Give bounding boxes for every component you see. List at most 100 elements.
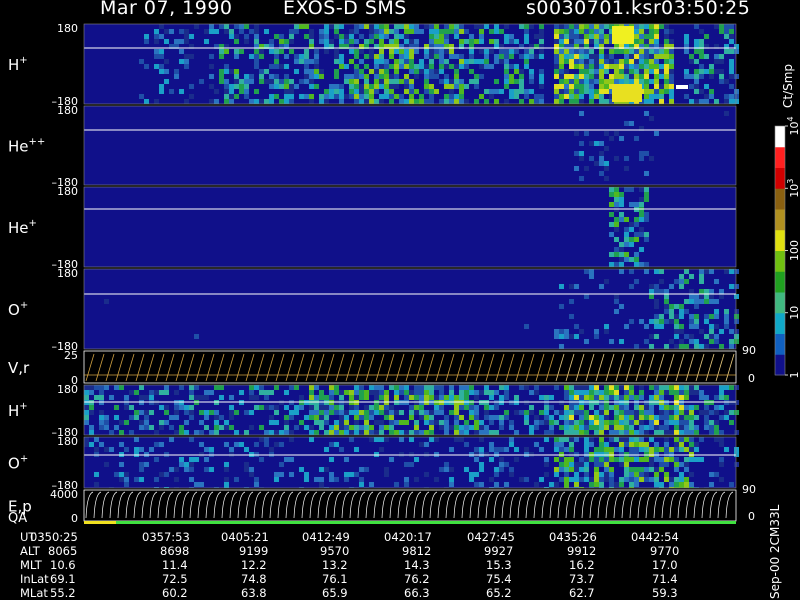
spectrogram-cell	[624, 457, 629, 462]
spectrogram-cell	[689, 442, 694, 447]
spectrogram-cell	[459, 79, 464, 84]
spectrogram-cell	[574, 284, 579, 289]
spectrogram-cell	[639, 79, 644, 84]
colorbar-tick-label: 103	[786, 179, 800, 198]
spectrogram-cell	[504, 79, 509, 84]
spectrogram-cell	[559, 64, 564, 69]
spectrogram-cell	[719, 430, 724, 435]
spectrogram-cell	[599, 161, 604, 166]
spectrogram-cell	[384, 437, 389, 442]
spectrogram-cell	[384, 69, 389, 74]
spectrogram-cell	[379, 49, 384, 54]
spectrogram-cell	[564, 437, 569, 442]
spectrogram-cell	[494, 430, 499, 435]
spectrogram-cell	[214, 430, 219, 435]
spectrogram-cell	[614, 79, 619, 84]
spectrogram-cell	[694, 294, 699, 299]
spectrogram-cell	[384, 74, 389, 79]
spectrogram-cell	[724, 309, 729, 314]
spectrogram-cell	[734, 284, 739, 289]
spectrogram-cell	[474, 24, 479, 29]
colorbar-segment	[775, 209, 785, 231]
panel-label-superscript: +	[29, 218, 37, 229]
spectrogram-cell	[534, 390, 539, 395]
spectrogram-cell	[174, 39, 179, 44]
spectrogram-cell	[579, 49, 584, 54]
spectrogram-cell	[504, 447, 509, 452]
spectrogram-cell	[554, 24, 559, 29]
ephemeris-value: 10.6	[50, 558, 76, 572]
spectrogram-cell	[639, 415, 644, 420]
spectrogram-cell	[499, 89, 504, 94]
spectrogram-cell	[609, 64, 614, 69]
spectrogram-cell	[579, 430, 584, 435]
spectrogram-cell	[224, 467, 229, 472]
spectrogram-cell	[604, 176, 609, 181]
spectrogram-cell	[289, 94, 294, 99]
spectrogram-cell	[604, 425, 609, 430]
spectrogram-cell	[639, 319, 644, 324]
spectrogram-cell	[624, 242, 629, 247]
spectrogram-cell	[449, 410, 454, 415]
spectrogram-cell	[259, 99, 264, 104]
panel-label-superscript: +	[20, 454, 28, 465]
spectrogram-cell	[499, 415, 504, 420]
spectrogram-cell	[604, 410, 609, 415]
spectrogram-cell	[689, 84, 694, 89]
spectrogram-cell	[89, 390, 94, 395]
spectrogram-cell	[704, 344, 709, 349]
spectrogram-cell	[364, 410, 369, 415]
spectrogram-cell	[224, 462, 229, 467]
ephemeris-value: 16.2	[569, 558, 595, 572]
spectrogram-cell	[519, 79, 524, 84]
spectrogram-cell	[699, 54, 704, 59]
spectrogram-cell	[449, 89, 454, 94]
spectrogram-cell	[674, 420, 679, 425]
spectrogram-cell	[624, 121, 629, 126]
spectrogram-panel-o-plus-top	[83, 268, 739, 350]
spectrogram-cell	[604, 59, 609, 64]
spectrogram-cell	[564, 74, 569, 79]
spectrogram-cell	[684, 385, 689, 390]
spectrogram-cell	[479, 39, 484, 44]
spectrogram-cell	[354, 39, 359, 44]
spectrogram-cell	[124, 482, 129, 487]
spectrogram-cell	[509, 79, 514, 84]
spectrogram-cell	[654, 299, 659, 304]
spectrogram-cell	[529, 74, 534, 79]
spectrogram-cell	[519, 69, 524, 74]
ephemeris-value: 8698	[160, 544, 190, 558]
colorbar-segment	[775, 271, 785, 293]
spectrogram-cell	[584, 395, 589, 400]
spectrogram-cell	[394, 482, 399, 487]
spectrogram-cell	[724, 99, 729, 104]
spectrogram-cell	[584, 442, 589, 447]
spectrogram-cell	[449, 79, 454, 84]
spectrogram-cell	[419, 395, 424, 400]
spectrogram-cell	[584, 339, 589, 344]
spectrogram-cell	[364, 405, 369, 410]
spectrogram-cell	[354, 79, 359, 84]
spectrogram-cell	[429, 69, 434, 74]
spectrogram-cell	[619, 252, 624, 257]
spectrogram-cell	[384, 89, 389, 94]
ephemeris-value: 69.1	[50, 572, 76, 586]
spectrogram-cell	[189, 415, 194, 420]
spectrogram-cell	[519, 385, 524, 390]
spectrogram-cell	[469, 39, 474, 44]
spectrogram-cell	[389, 410, 394, 415]
spectrogram-cell	[509, 54, 514, 59]
spectrogram-cell	[84, 410, 89, 415]
spectrogram-cell	[379, 79, 384, 84]
spectrogram-cell	[294, 425, 299, 430]
spectrogram-cell	[634, 467, 639, 472]
spectrogram-cell	[329, 89, 334, 94]
spectrogram-cell	[204, 415, 209, 420]
spectrogram-cell	[329, 390, 334, 395]
spectrogram-cell	[129, 405, 134, 410]
spectrogram-cell	[634, 262, 639, 267]
spectrogram-cell	[489, 94, 494, 99]
spectrogram-cell	[519, 74, 524, 79]
spectrogram-cell	[94, 385, 99, 390]
spectrogram-cell	[669, 390, 674, 395]
